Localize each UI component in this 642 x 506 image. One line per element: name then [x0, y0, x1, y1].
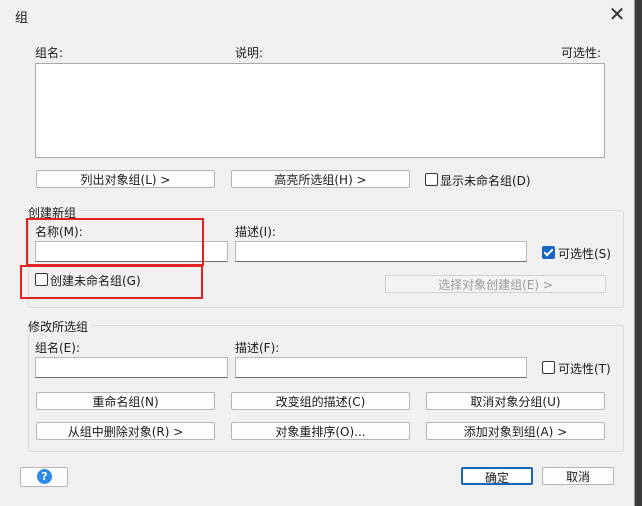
change-description-button[interactable]: 改变组的描述(C) — [231, 392, 410, 410]
close-icon[interactable]: ✕ — [604, 2, 630, 26]
create-selectable-checkbox[interactable] — [542, 246, 555, 259]
modify-selectable-checkbox[interactable] — [542, 361, 555, 374]
annotation-box-name — [26, 218, 204, 266]
reorder-objects-button[interactable]: 对象重排序(O)... — [231, 422, 410, 440]
modify-group-legend: 修改所选组 — [28, 318, 92, 335]
remove-from-group-button[interactable]: 从组中删除对象(R) > — [36, 422, 215, 440]
rename-group-button[interactable]: 重命名组(N) — [36, 392, 215, 410]
column-header-description: 说明: — [235, 46, 264, 60]
list-object-groups-button[interactable]: 列出对象组(L) > — [36, 170, 215, 188]
show-unnamed-checkbox[interactable] — [425, 173, 438, 186]
dialog-title: 组 — [15, 11, 29, 26]
add-to-group-button[interactable]: 添加对象到组(A) > — [426, 422, 605, 440]
help-button[interactable]: ? — [20, 467, 68, 487]
modify-name-label: 组名(E): — [35, 341, 80, 355]
cancel-button[interactable]: 取消 — [542, 467, 614, 485]
highlight-selected-group-button[interactable]: 高亮所选组(H) > — [231, 170, 410, 188]
group-list[interactable] — [35, 63, 605, 158]
modify-desc-label: 描述(F): — [235, 341, 280, 355]
column-header-selectable: 可选性: — [561, 46, 602, 60]
select-objects-create-group-button[interactable]: 选择对象创建组(E) > — [385, 275, 606, 293]
create-desc-label: 描述(I): — [235, 225, 276, 239]
group-dialog: 组 ✕ 组名: 说明: 可选性: 列出对象组(L) > 高亮所选组(H) > 显… — [0, 0, 635, 506]
annotation-box-unnamed — [20, 265, 203, 299]
modify-name-input[interactable] — [35, 357, 228, 378]
create-selectable-label: 可选性(S) — [558, 247, 611, 261]
help-icon: ? — [37, 469, 52, 484]
modify-desc-input[interactable] — [235, 357, 527, 378]
background-strip — [635, 0, 642, 506]
column-header-group-name: 组名: — [35, 46, 64, 60]
ungroup-button[interactable]: 取消对象分组(U) — [426, 392, 605, 410]
modify-selectable-label: 可选性(T) — [558, 362, 611, 376]
create-desc-input[interactable] — [235, 241, 527, 262]
ok-button[interactable]: 确定 — [461, 467, 533, 485]
show-unnamed-label: 显示未命名组(D) — [440, 174, 531, 188]
